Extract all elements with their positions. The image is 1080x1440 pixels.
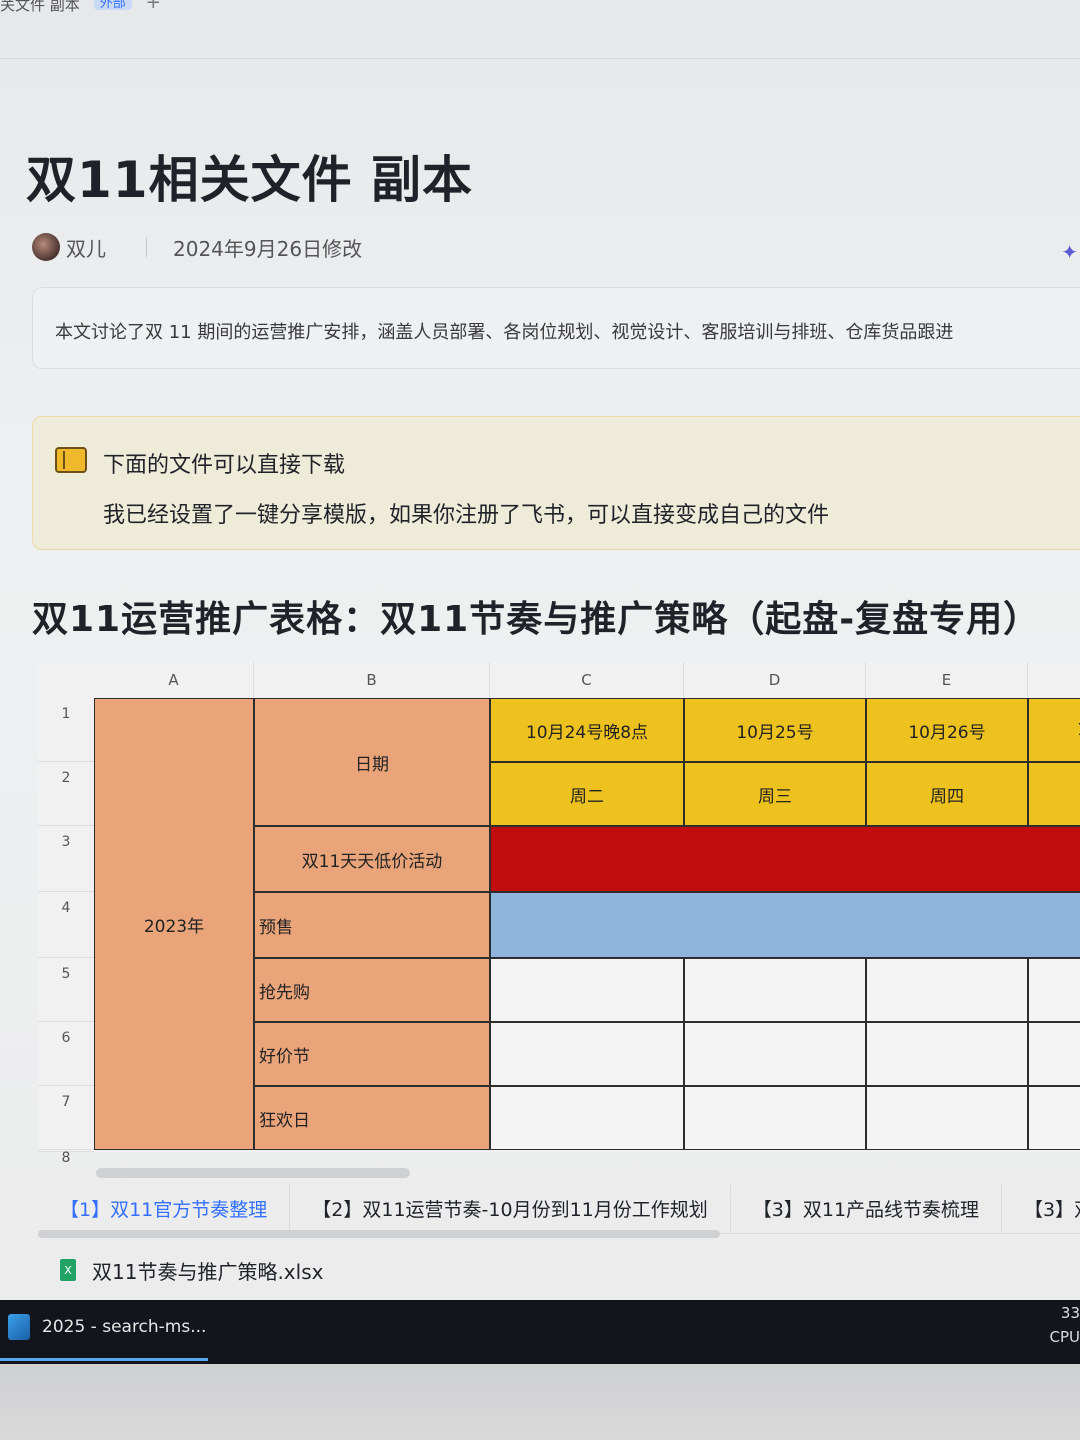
taskbar-app[interactable]: 2025 - search-ms... [8,1314,206,1340]
phase-label: 预售 [259,917,293,938]
spreadsheet-embed[interactable]: A B C D E 1 2 3 4 5 6 7 8 2023年 日期 10月24… [38,662,1080,1166]
cell-date-f1[interactable]: 1 [1028,698,1080,762]
cell-year[interactable]: 2023年 [94,698,254,1150]
cell-weekday-e2[interactable]: 周四 [866,762,1028,826]
col-header-A[interactable]: A [94,662,254,698]
sheet-tab-1[interactable]: 【1】双11官方节奏整理 [38,1184,291,1233]
date-text: 10月26号 [908,722,986,743]
cell-date-c1[interactable]: 10月24号晚8点 [490,698,684,762]
cell-phase-goodprice[interactable]: 好价节 [254,1022,490,1086]
phase-label: 抢先购 [259,982,310,1003]
activity-label: 双11天天低价活动 [301,851,443,872]
date-text: 10月25号 [736,722,814,743]
row-header-1[interactable]: 1 [38,698,94,762]
table-cell[interactable] [490,1022,684,1086]
summary-text: 本文讨论了双 11 期间的运营推广安排，涵盖人员部署、各岗位规划、视觉设计、客服… [55,322,954,343]
table-cell[interactable] [866,1022,1028,1086]
cell-phase-carnival[interactable]: 狂欢日 [254,1086,490,1150]
sheet-tab-2[interactable]: 【2】双11运营节奏-10月份到11月份工作规划 [290,1184,731,1233]
folder-book-icon [55,447,87,473]
phase-label: 狂欢日 [259,1110,310,1131]
cell-presale-bar[interactable] [490,892,1080,958]
app-window-icon [8,1314,30,1340]
document-window: 关文件 副本 外部 + 双11相关文件 副本 双儿 2024年9月26日修改 ✦… [0,0,1080,1300]
monitor-bezel [0,1364,1080,1440]
year-label: 2023年 [143,916,205,937]
row-header-2[interactable]: 2 [38,762,94,826]
plus-icon[interactable]: + [146,0,161,13]
row-header-6[interactable]: 6 [38,1022,94,1086]
table-cell[interactable] [1028,958,1080,1022]
cell-date-d1[interactable]: 10月25号 [684,698,866,762]
taskbar-app-label: 2025 - search-ms... [42,1317,207,1337]
phase-label: 好价节 [259,1046,310,1067]
section-heading: 双11运营推广表格：双11节奏与推广策略（起盘-复盘专用） [32,599,1041,640]
sheet-tabs: 【1】双11官方节奏整理 【2】双11运营节奏-10月份到11月份工作规划 【3… [38,1184,1080,1234]
col-header-B[interactable]: B [254,662,490,698]
page-title: 双11相关文件 副本 [26,151,473,209]
callout-block: 下面的文件可以直接下载 我已经设置了一键分享模版，如果你注册了飞书，可以直接变成… [32,416,1080,550]
top-bar: 关文件 副本 外部 + [0,0,1080,22]
active-app-indicator [0,1358,208,1361]
row-header-7[interactable]: 7 [38,1086,94,1150]
external-tag: 外部 [93,0,132,11]
doc-meta: 双儿 2024年9月26日修改 [32,232,362,262]
meta-divider [146,237,147,257]
weekday-text: 周四 [930,786,964,807]
cell-phase-early[interactable]: 抢先购 [254,958,490,1022]
excel-file-icon: X [60,1259,76,1281]
sheet-horizontal-scrollbar[interactable] [96,1168,410,1178]
attachment-file[interactable]: X 双11节奏与推广策略.xlsx [60,1255,323,1285]
col-header-D[interactable]: D [684,662,866,698]
table-cell[interactable] [684,1086,866,1150]
table-cell[interactable] [1028,1086,1080,1150]
row-header-8[interactable]: 8 [38,1150,94,1166]
col-header-E[interactable]: E [866,662,1028,698]
col-header-C[interactable]: C [490,662,684,698]
table-cell[interactable] [866,1086,1028,1150]
cell-date-e1[interactable]: 10月26号 [866,698,1028,762]
cpu-label: CPU [1049,1328,1080,1346]
table-cell[interactable] [684,1022,866,1086]
row-header-4[interactable]: 4 [38,892,94,958]
date-label: 日期 [355,754,389,775]
table-cell[interactable] [684,958,866,1022]
cell-weekday-f2[interactable] [1028,762,1080,826]
cell-weekday-d2[interactable]: 周三 [684,762,866,826]
tabs-scrollbar[interactable] [38,1230,720,1238]
table-cell[interactable] [490,958,684,1022]
table-cell[interactable] [1028,1022,1080,1086]
row-header-3[interactable]: 3 [38,826,94,892]
header-divider [0,58,1080,59]
callout-text: 我已经设置了一键分享模版，如果你注册了飞书，可以直接变成自己的文件 [103,503,830,528]
cell-date-label[interactable]: 日期 [254,698,490,826]
weekday-text: 周三 [758,786,792,807]
weekday-text: 周二 [570,786,604,807]
breadcrumb[interactable]: 关文件 副本 [0,0,80,15]
callout-title: 下面的文件可以直接下载 [103,453,346,478]
date-text: 10月24号晚8点 [525,722,649,743]
os-taskbar: 2025 - search-ms... 33 CPU [0,1300,1080,1364]
cell-activity-bar[interactable] [490,826,1080,892]
cpu-value: 33 [1060,1304,1080,1322]
table-cell[interactable] [866,958,1028,1022]
table-cell[interactable] [490,1086,684,1150]
modified-time: 2024年9月26日修改 [173,236,363,261]
sheet-tab-3[interactable]: 【3】双11产品线节奏梳理 [731,1184,1003,1233]
avatar[interactable] [32,233,60,261]
cell-weekday-c2[interactable]: 周二 [490,762,684,826]
sheet-tab-4[interactable]: 【3】双11产 [1002,1184,1080,1233]
ai-summary: 本文讨论了双 11 期间的运营推广安排，涵盖人员部署、各岗位规划、视觉设计、客服… [32,287,1080,369]
author-name[interactable]: 双儿 [66,233,106,262]
cell-activity[interactable]: 双11天天低价活动 [254,826,490,892]
ai-sparkle-icon[interactable]: ✦ [1061,240,1078,264]
cell-phase-presale[interactable]: 预售 [254,892,490,958]
file-name[interactable]: 双11节奏与推广策略.xlsx [92,1256,323,1285]
row-header-5[interactable]: 5 [38,958,94,1022]
